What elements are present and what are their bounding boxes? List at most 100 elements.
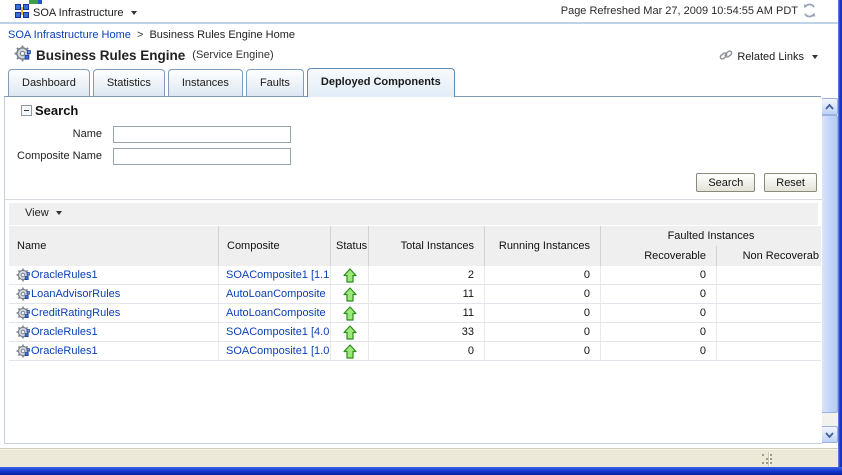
component-name-link[interactable]: OracleRules1: [31, 269, 98, 281]
soa-topology-icon: [15, 4, 29, 21]
composite-cell: AutoLoanComposite: [219, 285, 331, 303]
total-instances-cell: 11: [369, 285, 485, 303]
link-chain-icon: [719, 49, 733, 65]
search-section-header: Search: [21, 103, 78, 118]
composite-link[interactable]: AutoLoanComposite: [226, 288, 326, 300]
non-recoverable-cell: [717, 342, 821, 360]
running-instances-cell: 0: [485, 304, 601, 322]
name-cell: OracleRules1: [9, 342, 219, 360]
status-up-arrow-icon: [343, 287, 357, 302]
table-toolbar: View: [9, 203, 818, 225]
refresh-icon[interactable]: [802, 3, 817, 18]
status-cell: [331, 304, 369, 322]
chevron-down-icon: [56, 211, 62, 215]
non-recoverable-cell: [717, 285, 821, 303]
application-window: SOA Infrastructure Page Refreshed Mar 27…: [0, 0, 842, 475]
tab-bar: Dashboard Statistics Instances Faults De…: [8, 69, 455, 97]
collapse-search-icon[interactable]: [21, 105, 32, 116]
tab-dashboard[interactable]: Dashboard: [8, 69, 90, 96]
breadcrumb-home-link[interactable]: SOA Infrastructure Home: [8, 29, 131, 41]
related-links-menu[interactable]: Related Links: [719, 49, 818, 65]
rules-component-icon: [16, 268, 30, 282]
deployed-components-panel: Search Name Composite Name Search Reset …: [4, 97, 822, 444]
window-border-bottom: [0, 467, 842, 475]
scrollbar-thumb[interactable]: [821, 115, 838, 413]
vertical-scrollbar[interactable]: [821, 98, 838, 443]
recoverable-cell: 0: [601, 342, 717, 360]
component-name-link[interactable]: LoanAdvisorRules: [31, 288, 120, 300]
composite-link[interactable]: SOAComposite1 [1.1: [226, 269, 329, 281]
search-actions: Search Reset: [5, 173, 817, 192]
page-refreshed-timestamp: Page Refreshed Mar 27, 2009 10:54:55 AM …: [561, 5, 798, 17]
chevron-up-icon: [825, 104, 834, 110]
reset-button[interactable]: Reset: [764, 173, 817, 192]
rules-component-icon: [16, 344, 30, 358]
search-button[interactable]: Search: [696, 173, 755, 192]
composite-cell: SOAComposite1 [1.0: [219, 342, 331, 360]
tab-faults[interactable]: Faults: [246, 69, 304, 96]
col-header-status: Status: [331, 226, 369, 266]
non-recoverable-cell: [717, 266, 821, 284]
window-resize-grip[interactable]: [762, 454, 764, 456]
scroll-up-button[interactable]: [821, 98, 838, 115]
view-menu-button[interactable]: View: [25, 207, 62, 219]
name-cell: OracleRules1: [9, 323, 219, 341]
running-instances-cell: 0: [485, 342, 601, 360]
name-cell: OracleRules1: [9, 266, 219, 284]
related-links-label: Related Links: [737, 51, 804, 63]
recoverable-cell: 0: [601, 323, 717, 341]
chevron-down-icon: [825, 432, 834, 438]
status-up-arrow-icon: [343, 344, 357, 359]
composite-cell: SOAComposite1 [4.0: [219, 323, 331, 341]
chevron-down-icon: [131, 11, 137, 15]
section-divider: [5, 199, 822, 200]
breadcrumb: SOA Infrastructure Home > Business Rules…: [8, 29, 295, 41]
status-cell: [331, 266, 369, 284]
recoverable-cell: 0: [601, 266, 717, 284]
total-instances-cell: 33: [369, 323, 485, 341]
table-row: OracleRules1 SOAComposite1 [1.0 0 0 0: [9, 342, 821, 361]
top-context-bar: SOA Infrastructure Page Refreshed Mar 27…: [0, 0, 838, 24]
component-name-link[interactable]: OracleRules1: [31, 326, 98, 338]
running-instances-cell: 0: [485, 285, 601, 303]
composite-name-field-label: Composite Name: [5, 150, 102, 162]
table-row: OracleRules1 SOAComposite1 [4.0 33 0 0: [9, 323, 821, 342]
total-instances-cell: 2: [369, 266, 485, 284]
tab-statistics[interactable]: Statistics: [93, 69, 165, 96]
non-recoverable-cell: [717, 304, 821, 322]
composite-name-input[interactable]: [113, 148, 291, 165]
status-cell: [331, 342, 369, 360]
status-up-arrow-icon: [343, 325, 357, 340]
running-instances-cell: 0: [485, 266, 601, 284]
composite-link[interactable]: SOAComposite1 [4.0: [226, 326, 329, 338]
name-input[interactable]: [113, 126, 291, 143]
running-instances-cell: 0: [485, 323, 601, 341]
rules-component-icon: [16, 325, 30, 339]
context-menu-soa-infrastructure[interactable]: SOA Infrastructure: [15, 4, 137, 21]
rules-component-icon: [16, 287, 30, 301]
component-name-link[interactable]: CreditRatingRules: [31, 307, 120, 319]
tab-instances[interactable]: Instances: [168, 69, 243, 96]
window-status-bar: [0, 449, 838, 468]
recoverable-cell: 0: [601, 285, 717, 303]
non-recoverable-cell: [717, 323, 821, 341]
status-bar-divider: [768, 452, 769, 466]
tab-deployed-components[interactable]: Deployed Components: [307, 68, 455, 97]
context-label: SOA Infrastructure: [33, 7, 123, 19]
composite-cell: AutoLoanComposite: [219, 304, 331, 322]
composite-link[interactable]: AutoLoanComposite: [226, 307, 326, 319]
col-header-running-instances: Running Instances: [485, 226, 601, 266]
page-header: Business Rules Engine (Service Engine): [14, 45, 274, 65]
scroll-down-button[interactable]: [821, 426, 838, 443]
total-instances-cell: 11: [369, 304, 485, 322]
page-title: Business Rules Engine: [36, 48, 185, 63]
breadcrumb-current: Business Rules Engine Home: [149, 29, 295, 41]
component-name-link[interactable]: OracleRules1: [31, 345, 98, 357]
recoverable-cell: 0: [601, 304, 717, 322]
table-row: OracleRules1 SOAComposite1 [1.1 2 0 0: [9, 266, 821, 285]
col-header-composite: Composite: [219, 226, 331, 266]
composite-link[interactable]: SOAComposite1 [1.0: [226, 345, 329, 357]
table-row: CreditRatingRules AutoLoanComposite 11 0…: [9, 304, 821, 323]
col-header-faulted-instances-group: Faulted Instances: [601, 226, 821, 246]
breadcrumb-separator: >: [137, 29, 143, 41]
